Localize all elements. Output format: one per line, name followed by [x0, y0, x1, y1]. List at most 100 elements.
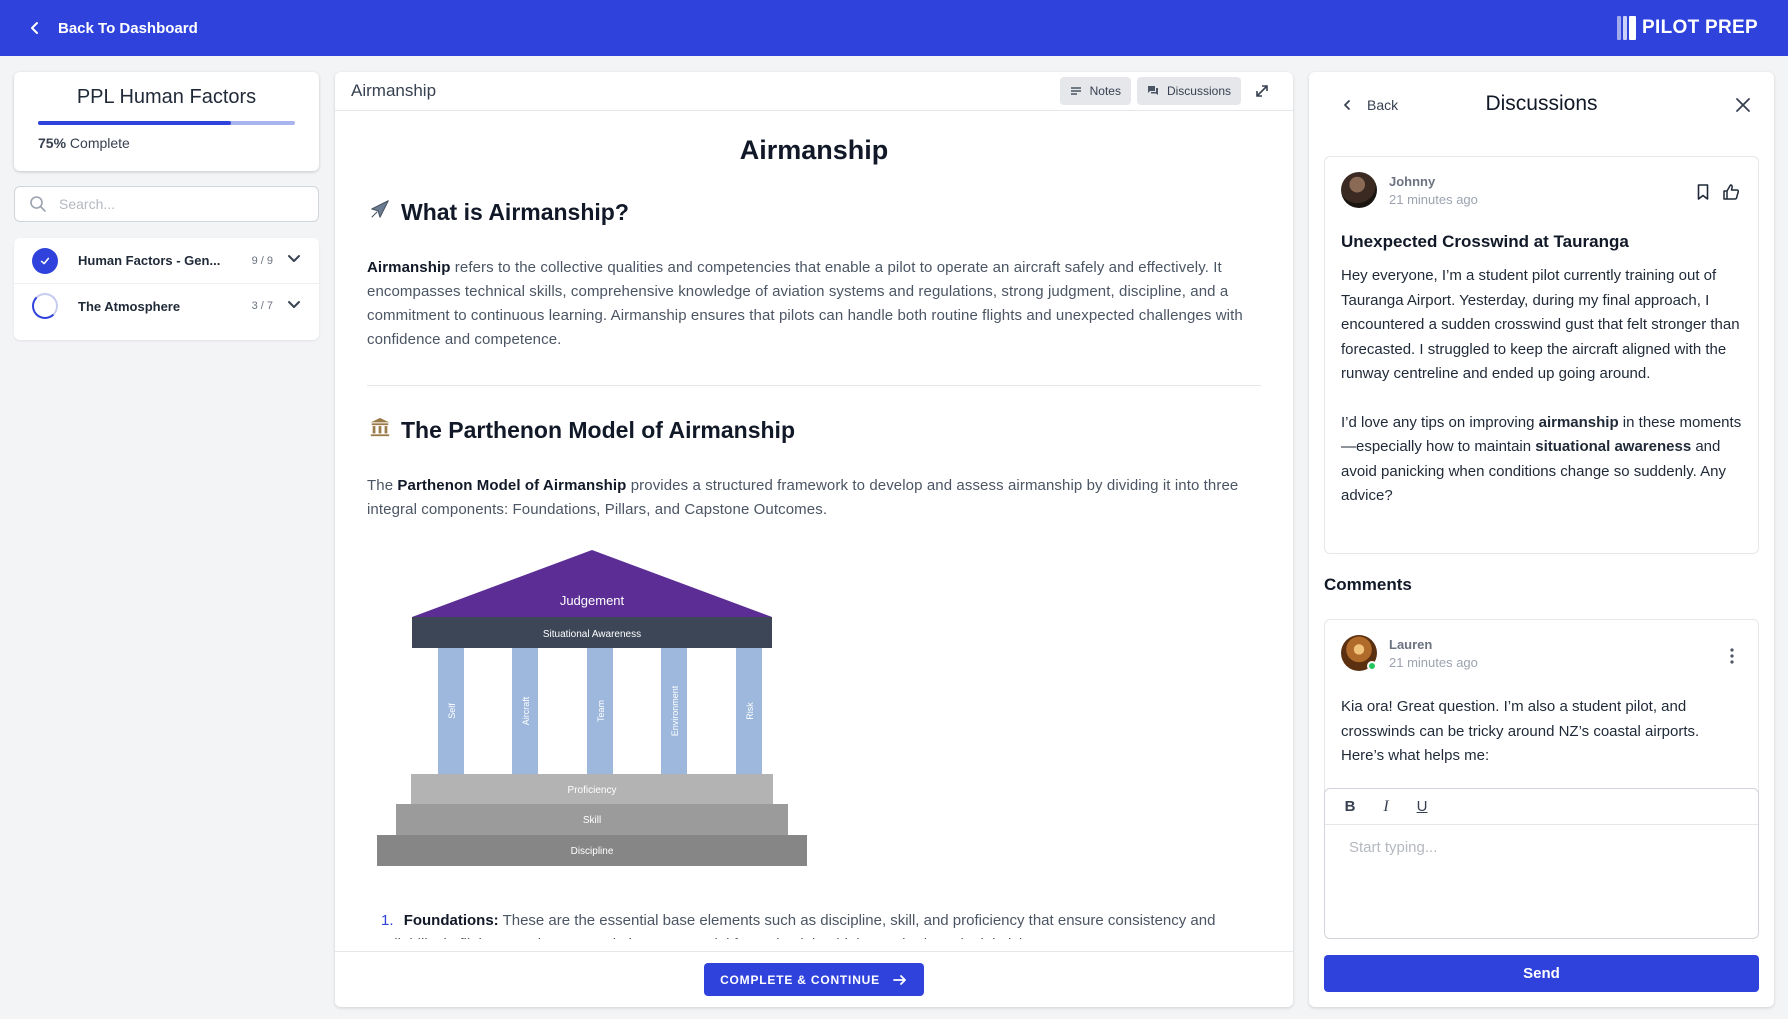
section-heading-parthenon-model: The Parthenon Model of Airmanship — [367, 416, 1261, 444]
pillar-label: Environment — [670, 685, 680, 736]
chevron-left-icon — [31, 22, 38, 34]
expand-icon — [1256, 85, 1268, 97]
chat-icon — [1147, 86, 1158, 95]
pilot-prep-logo: PILOT PREP — [1617, 16, 1758, 40]
back-to-dashboard-label: Back To Dashboard — [58, 19, 198, 37]
bold-term: Parthenon Model of Airmanship — [397, 477, 627, 494]
list-item-term: Foundations: — [403, 912, 499, 929]
section-paragraph: Airmanship refers to the collective qual… — [367, 256, 1261, 352]
discussions-label: Discussions — [1166, 84, 1231, 98]
course-progress-fill — [38, 121, 231, 125]
post-actions — [1694, 183, 1740, 201]
avatar — [1341, 635, 1377, 671]
module-list: Human Factors - Gen... 9 / 9 The Atmosph… — [14, 238, 319, 340]
underline-button[interactable]: U — [1415, 798, 1429, 815]
logo-text: PILOT PREP — [1642, 17, 1758, 38]
step-label: Skill — [583, 815, 601, 826]
back-label: Back — [1367, 97, 1399, 113]
notes-label: Notes — [1089, 84, 1121, 98]
pillar-label: Self — [447, 703, 457, 719]
pillar-label: Team — [596, 700, 606, 722]
parthenon-diagram: Judgement Situational Awareness Self Air… — [377, 550, 807, 866]
complete-and-continue-button[interactable]: COMPLETE & CONTINUE — [704, 963, 924, 996]
comment-time: 21 minutes ago — [1389, 654, 1478, 670]
airplane-icon — [367, 198, 393, 226]
post-author: Johnny — [1389, 173, 1436, 189]
editor-toolbar: B I U — [1325, 789, 1758, 825]
roof-label: Judgement — [560, 593, 625, 608]
search-input[interactable] — [59, 196, 299, 212]
notes-icon — [1070, 87, 1081, 95]
bold-term: Airmanship — [367, 259, 451, 276]
paragraph-text: refers to the collective qualities and c… — [367, 259, 1243, 348]
bookmark-icon[interactable] — [1694, 183, 1712, 201]
post-author-row: Johnny 21 minutes ago — [1341, 172, 1742, 208]
step-label: Proficiency — [568, 785, 617, 796]
bold-button[interactable]: B — [1343, 798, 1357, 815]
progress-suffix: Complete — [66, 135, 130, 151]
section-divider — [367, 385, 1261, 386]
section-heading-what-is-airmanship: What is Airmanship? — [367, 198, 1261, 226]
expand-button[interactable] — [1247, 77, 1277, 105]
chevron-left-icon — [1344, 100, 1350, 110]
course-title: PPL Human Factors — [76, 86, 257, 108]
comment-body: Kia ora! Great question. I’m also a stud… — [1341, 698, 1700, 764]
step-label: Discipline — [571, 846, 614, 857]
notes-button[interactable]: Notes — [1059, 77, 1131, 105]
section-title: What is Airmanship? — [401, 198, 629, 225]
module-title: The Atmosphere — [78, 298, 181, 314]
close-icon[interactable] — [1734, 96, 1752, 114]
discussion-post: Johnny 21 minutes ago Unexpected Crosswi… — [1324, 156, 1759, 554]
pillar-label: Risk — [745, 702, 755, 720]
progress-text: 75% Complete — [38, 135, 295, 151]
section-paragraph: The Parthenon Model of Airmanship provid… — [367, 474, 1261, 522]
lesson-footer: COMPLETE & CONTINUE — [335, 951, 1293, 1007]
comments-heading: Comments — [1324, 575, 1412, 594]
progress-value: 75% — [38, 135, 67, 151]
module-item-human-factors[interactable]: Human Factors - Gen... 9 / 9 — [14, 238, 319, 283]
arrow-right-icon — [893, 974, 906, 985]
top-bar: Back To Dashboard PILOT PREP — [0, 0, 1788, 56]
lesson-header-title: Airmanship — [351, 81, 437, 100]
italic-button[interactable]: I — [1379, 798, 1393, 816]
back-to-dashboard-link[interactable]: Back To Dashboard — [28, 20, 198, 37]
send-button[interactable]: Send — [1324, 955, 1759, 992]
classical-building-icon — [367, 416, 393, 444]
bold-run: situational awareness — [1535, 438, 1692, 455]
pillar-label: Aircraft — [521, 696, 531, 725]
discussions-header: Discussions Back — [1309, 72, 1774, 138]
components-list-item: 1. Foundations: These are the essential … — [367, 909, 1261, 939]
discussions-button[interactable]: Discussions — [1136, 77, 1241, 105]
beam-label: Situational Awareness — [543, 629, 641, 640]
module-item-atmosphere[interactable]: The Atmosphere 3 / 7 — [14, 283, 319, 328]
post-paragraph: Hey everyone, I’m a student pilot curren… — [1341, 267, 1740, 382]
chevron-down-icon[interactable] — [287, 251, 301, 270]
thumbs-up-icon[interactable] — [1722, 183, 1740, 201]
more-options-icon[interactable] — [1730, 648, 1734, 664]
progress-ring-icon — [32, 293, 58, 319]
complete-label: COMPLETE & CONTINUE — [720, 972, 880, 987]
module-count: 3 / 7 — [251, 300, 273, 312]
avatar — [1341, 172, 1377, 208]
lesson-search — [14, 186, 319, 222]
post-title: Unexpected Crosswind at Tauranga — [1341, 232, 1629, 251]
section-title: The Parthenon Model of Airmanship — [401, 416, 795, 443]
comment-input[interactable]: Start typing... — [1325, 825, 1758, 939]
discussions-back-button[interactable]: Back — [1341, 97, 1398, 113]
online-status-dot — [1367, 661, 1377, 671]
bold-run: airmanship — [1538, 413, 1619, 431]
post-time: 21 minutes ago — [1389, 191, 1478, 207]
comment-author-row: Lauren 21 minutes ago — [1341, 635, 1742, 671]
list-number: 1. — [381, 912, 394, 929]
search-icon — [30, 196, 46, 212]
lesson-header: Airmanship Notes Discussions — [335, 72, 1293, 111]
module-title: Human Factors - Gen... — [78, 253, 221, 268]
comment-author: Lauren — [1389, 636, 1433, 652]
lesson-panel: Airmanship Notes Discussions Airmanship … — [335, 72, 1293, 1007]
chevron-down-icon[interactable] — [287, 297, 301, 316]
complete-check-icon — [32, 247, 58, 274]
discussions-panel: Discussions Back Johnny 21 minutes ago U… — [1309, 72, 1774, 1007]
lesson-header-actions: Notes Discussions — [1059, 77, 1277, 105]
comment-editor: B I U Start typing... — [1324, 788, 1759, 939]
logo-mark-icon — [1617, 16, 1637, 40]
